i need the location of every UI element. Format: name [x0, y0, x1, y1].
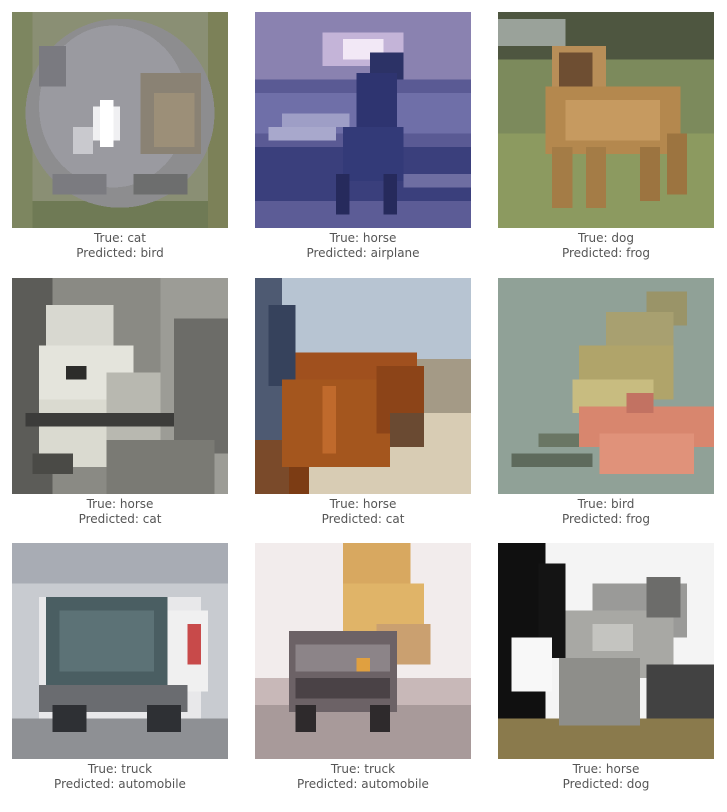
panel-9-true-label: True: horse — [572, 762, 640, 776]
panel-7-predicted-label: Predicted: automobile — [54, 777, 186, 791]
panel-8-image — [255, 543, 471, 759]
panel-2-predicted-label: Predicted: airplane — [306, 246, 420, 260]
panel-5-true-label: True: horse — [329, 497, 397, 511]
panel-3-image — [498, 12, 714, 228]
panel-3-true-label: True: dog — [578, 231, 634, 245]
panel-1-image — [12, 12, 228, 228]
panel-2-image — [255, 12, 471, 228]
panel-3-caption: True: dog Predicted: frog — [478, 231, 727, 261]
panel-4-image — [12, 278, 228, 494]
panel-4-true-label: True: horse — [86, 497, 154, 511]
panel-6-predicted-label: Predicted: frog — [561, 512, 651, 526]
prediction-image-grid: True: cat Predicted: bird True: horse Pr… — [0, 0, 727, 812]
panel-9-image — [498, 543, 714, 759]
panel-8-predicted-label: Predicted: automobile — [297, 777, 429, 791]
panel-6-image — [498, 278, 714, 494]
panel-7-true-label: True: truck — [87, 762, 153, 776]
panel-2-true-label: True: horse — [329, 231, 397, 245]
panel-6-caption: True: bird Predicted: frog — [478, 497, 727, 527]
panel-8-true-label: True: truck — [330, 762, 396, 776]
panel-3-predicted-label: Predicted: frog — [561, 246, 651, 260]
panel-9-predicted-label: Predicted: dog — [562, 777, 650, 791]
panel-4-predicted-label: Predicted: cat — [78, 512, 162, 526]
panel-1-true-label: True: cat — [93, 231, 146, 245]
panel-7-caption: True: truck Predicted: automobile — [0, 762, 248, 792]
panel-8-caption: True: truck Predicted: automobile — [235, 762, 491, 792]
panel-1-predicted-label: Predicted: bird — [76, 246, 164, 260]
panel-5-predicted-label: Predicted: cat — [321, 512, 405, 526]
panel-7-image — [12, 543, 228, 759]
panel-9-caption: True: horse Predicted: dog — [478, 762, 727, 792]
panel-5-caption: True: horse Predicted: cat — [235, 497, 491, 527]
panel-5-image — [255, 278, 471, 494]
panel-6-true-label: True: bird — [577, 497, 635, 511]
panel-4-caption: True: horse Predicted: cat — [0, 497, 248, 527]
panel-2-caption: True: horse Predicted: airplane — [235, 231, 491, 261]
panel-1-caption: True: cat Predicted: bird — [0, 231, 248, 261]
